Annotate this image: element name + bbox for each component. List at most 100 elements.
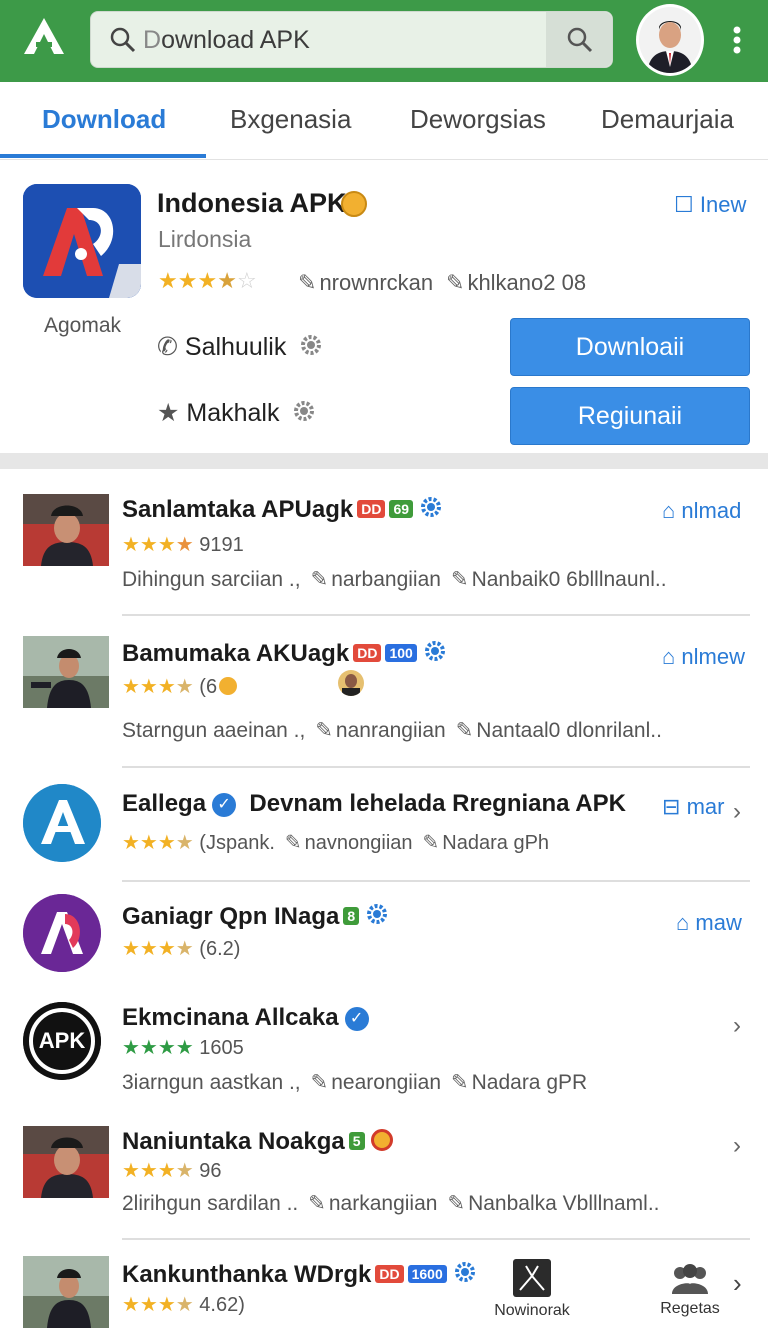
chevron-right-icon[interactable]: › — [733, 798, 741, 826]
chevron-right-icon[interactable]: › — [733, 1268, 742, 1299]
divider — [122, 880, 750, 882]
tag-icon: ✎ — [446, 270, 465, 295]
register-button[interactable]: Regiunaii — [510, 387, 750, 445]
empty-star-icon: ☆ — [236, 268, 257, 293]
gear-icon — [421, 497, 442, 517]
bag-icon: ⌂ — [662, 498, 676, 523]
app-thumbnail — [23, 1256, 109, 1328]
featured-action-1[interactable]: ✆ Salhuulik — [157, 332, 323, 362]
gear-icon — [294, 401, 315, 421]
app-thumbnail — [23, 494, 109, 566]
rating: ★★★★ (Jspank. ✎ navnongiian ✎ Nadara gPh — [122, 832, 550, 854]
bag-icon: ⌂ — [662, 644, 676, 669]
search-button[interactable] — [546, 12, 612, 67]
chevron-right-icon[interactable]: › — [733, 1012, 741, 1040]
app-meta: 2lirihgun sardilan .. ✎ narkangiian ✎ Nanbal… — [122, 1192, 660, 1215]
tag-icon: ✎ — [422, 832, 440, 854]
section-separator — [0, 453, 768, 469]
featured-subtitle: Lirdonsia — [158, 226, 252, 252]
app-icon — [23, 784, 101, 862]
app-meta: Starngun aaeinan ., ✎ nanrangiian ✎ Nantaal0… — [122, 719, 662, 742]
top-app-bar: Download APK — [0, 0, 768, 82]
bottom-nav-label: Regetas — [660, 1300, 720, 1317]
rating: ★★★★ 1605 — [122, 1037, 244, 1059]
badge: DD — [375, 1265, 404, 1283]
search-input[interactable]: Download APK — [143, 26, 310, 54]
tag-icon: ✎ — [310, 568, 329, 591]
divider — [122, 1238, 750, 1240]
search-icon — [110, 27, 136, 53]
tab-bar: Download Bxgenasia Deworgsias Demaurjaia — [0, 82, 768, 160]
install-action[interactable]: ⌂ nlmad — [662, 498, 741, 524]
featured-new-link[interactable]: ☐ Inew — [674, 192, 746, 218]
featured-meta-1: ✎ nrownrckan — [298, 270, 434, 295]
bag-icon: ⊟ — [662, 794, 681, 819]
active-tab-indicator — [0, 154, 206, 158]
tag-icon: ✎ — [450, 568, 469, 591]
coin-icon — [370, 1129, 393, 1151]
bottom-nav-regetas[interactable]: Regetas — [654, 1262, 726, 1318]
app-thumbnail — [23, 636, 109, 708]
tab-deworgsias[interactable]: Deworgsias — [410, 104, 546, 135]
svg-text:APK: APK — [39, 1028, 86, 1053]
bottom-nav-nowinorak[interactable]: Nowinorak — [492, 1258, 572, 1320]
featured-app-icon[interactable] — [23, 184, 141, 298]
app-name: Sanlamtaka APUagk DD 69 — [122, 495, 443, 524]
chevron-right-icon[interactable]: › — [733, 1132, 741, 1160]
download-button[interactable]: Downloaii — [510, 318, 750, 376]
divider — [122, 614, 750, 616]
featured-title: Indonesia APK — [157, 188, 347, 218]
install-action[interactable]: ⌂ nlmew — [662, 644, 745, 670]
rating: ★★★★ 9191 — [122, 534, 244, 556]
search-bar[interactable]: Download APK — [90, 11, 613, 68]
app-logo-icon[interactable] — [22, 16, 66, 56]
featured-developer: Agomak — [44, 314, 122, 337]
verified-icon: ✓ — [344, 1007, 369, 1031]
half-star-icon: ★ — [217, 268, 237, 293]
tag-icon: ✎ — [298, 270, 317, 295]
star-icon: ★ — [177, 268, 198, 293]
tab-demaurjaia[interactable]: Demaurjaia — [601, 104, 734, 135]
tag-icon: ✎ — [284, 832, 302, 854]
app-name: Bamumaka AKUagk DD 100 — [122, 639, 447, 668]
install-action[interactable]: ⊟ mar — [662, 794, 724, 820]
gear-icon — [424, 641, 445, 661]
badge: 100 — [385, 644, 417, 662]
more-options-icon[interactable] — [727, 24, 747, 56]
badge: 8 — [343, 907, 360, 925]
star-icon: ★ — [197, 268, 218, 293]
featured-action-2[interactable]: ★ Makhalk — [157, 398, 316, 428]
badge: 1600 — [407, 1265, 447, 1283]
featured-meta-2: ✎ khlkano2 08 — [446, 270, 587, 295]
badge: DD — [357, 500, 386, 518]
badge: 69 — [389, 500, 414, 518]
app-name: Ganiagr Qpn INaga 8 — [122, 902, 389, 931]
app-name: Ekmcinana Allcaka ✓ — [122, 1004, 369, 1032]
network-icon — [513, 1259, 551, 1297]
award-badge-icon — [341, 191, 367, 217]
app-meta: 3iarngun aastkan ., ✎ nearongiian ✎ Nadara g… — [122, 1071, 588, 1094]
user-avatar — [338, 670, 364, 696]
coin-icon — [219, 677, 238, 695]
app-thumbnail — [23, 1126, 109, 1198]
bag-icon: ⌂ — [676, 910, 690, 935]
rating: ★★★★ 4.62) — [122, 1294, 245, 1316]
star-outline-icon: ★ — [157, 399, 180, 427]
install-action[interactable]: ⌂ maw — [676, 910, 742, 936]
bottom-nav-label: Nowinorak — [494, 1302, 570, 1319]
profile-avatar[interactable] — [636, 4, 704, 76]
gear-icon — [367, 904, 388, 924]
app-name: Naniuntaka Noakga 5 — [122, 1128, 393, 1156]
app-name: Kankunthanka WDrgk DD 1600 — [122, 1260, 477, 1289]
rating: ★★★★ 96 — [122, 1160, 222, 1182]
users-icon — [672, 1264, 708, 1294]
app-meta: Dihingun sarciian ., ✎ narbangiian ✎ Nanbaik… — [122, 568, 667, 591]
featured-rating: ★★★★☆ — [158, 268, 257, 294]
tab-bxgenasia[interactable]: Bxgenasia — [230, 104, 351, 135]
featured-app-card[interactable]: Agomak Indonesia APK Lirdonsia ☐ Inew ★★… — [0, 160, 768, 455]
gear-icon — [301, 335, 322, 355]
tab-download[interactable]: Download — [42, 104, 166, 135]
star-icon: ★ — [158, 268, 178, 293]
new-icon: ☐ — [674, 192, 694, 217]
app-icon — [23, 894, 101, 972]
